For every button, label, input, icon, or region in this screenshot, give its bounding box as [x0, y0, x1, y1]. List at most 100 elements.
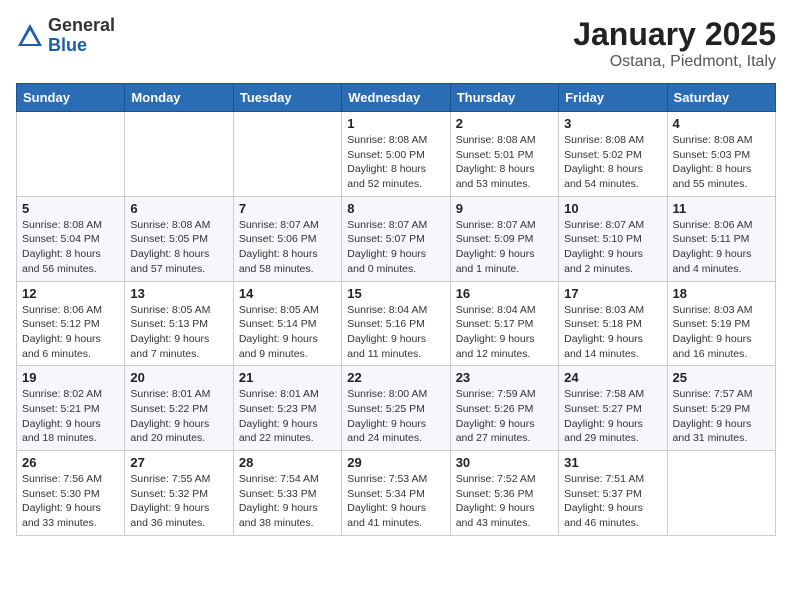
day-info: Sunrise: 8:08 AM Sunset: 5:00 PM Dayligh… — [347, 133, 444, 192]
day-info: Sunrise: 7:56 AM Sunset: 5:30 PM Dayligh… — [22, 472, 119, 531]
calendar-cell: 18 Sunrise: 8:03 AM Sunset: 5:19 PM Dayli… — [667, 281, 775, 366]
day-info: Sunrise: 8:04 AM Sunset: 5:17 PM Dayligh… — [456, 303, 553, 362]
day-info: Sunrise: 8:04 AM Sunset: 5:16 PM Dayligh… — [347, 303, 444, 362]
calendar-cell: 30 Sunrise: 7:52 AM Sunset: 5:36 PM Dayli… — [450, 451, 558, 536]
logo-icon — [16, 22, 44, 50]
calendar-cell: 5Sunrise: 8:08 AM Sunset: 5:04 PM Daylig… — [17, 196, 125, 281]
calendar-cell: 26 Sunrise: 7:56 AM Sunset: 5:30 PM Dayli… — [17, 451, 125, 536]
day-info: Sunrise: 8:06 AM Sunset: 5:12 PM Dayligh… — [22, 303, 119, 362]
calendar-cell: 31Sunrise: 7:51 AM Sunset: 5:37 PM Dayli… — [559, 451, 667, 536]
day-info: Sunrise: 7:53 AM Sunset: 5:34 PM Dayligh… — [347, 472, 444, 531]
day-number: 4 — [673, 116, 770, 131]
day-number: 12 — [22, 286, 119, 301]
month-title: January 2025 — [573, 16, 776, 53]
day-number: 30 — [456, 455, 553, 470]
day-number: 20 — [130, 370, 227, 385]
calendar-cell: 25 Sunrise: 7:57 AM Sunset: 5:29 PM Dayli… — [667, 366, 775, 451]
day-info: Sunrise: 8:01 AM Sunset: 5:22 PM Dayligh… — [130, 387, 227, 446]
day-number: 24 — [564, 370, 661, 385]
calendar-cell: 21 Sunrise: 8:01 AM Sunset: 5:23 PM Dayli… — [233, 366, 341, 451]
calendar-cell — [125, 112, 233, 197]
day-number: 16 — [456, 286, 553, 301]
calendar-week-row: 12 Sunrise: 8:06 AM Sunset: 5:12 PM Dayli… — [17, 281, 776, 366]
day-number: 7 — [239, 201, 336, 216]
day-number: 23 — [456, 370, 553, 385]
calendar-cell: 7 Sunrise: 8:07 AM Sunset: 5:06 PM Daylig… — [233, 196, 341, 281]
logo-text: General Blue — [48, 16, 115, 56]
day-number: 22 — [347, 370, 444, 385]
weekday-header: Monday — [125, 84, 233, 112]
calendar-cell: 22Sunrise: 8:00 AM Sunset: 5:25 PM Dayli… — [342, 366, 450, 451]
calendar-cell: 27Sunrise: 7:55 AM Sunset: 5:32 PM Dayli… — [125, 451, 233, 536]
day-info: Sunrise: 8:01 AM Sunset: 5:23 PM Dayligh… — [239, 387, 336, 446]
day-number: 19 — [22, 370, 119, 385]
calendar-cell: 3 Sunrise: 8:08 AM Sunset: 5:02 PM Daylig… — [559, 112, 667, 197]
calendar-cell: 23Sunrise: 7:59 AM Sunset: 5:26 PM Dayli… — [450, 366, 558, 451]
day-number: 1 — [347, 116, 444, 131]
calendar-cell: 9Sunrise: 8:07 AM Sunset: 5:09 PM Daylig… — [450, 196, 558, 281]
calendar-cell: 6 Sunrise: 8:08 AM Sunset: 5:05 PM Daylig… — [125, 196, 233, 281]
weekday-header-row: SundayMondayTuesdayWednesdayThursdayFrid… — [17, 84, 776, 112]
location-title: Ostana, Piedmont, Italy — [573, 53, 776, 71]
day-number: 5 — [22, 201, 119, 216]
calendar-cell: 8Sunrise: 8:07 AM Sunset: 5:07 PM Daylig… — [342, 196, 450, 281]
weekday-header: Sunday — [17, 84, 125, 112]
day-number: 13 — [130, 286, 227, 301]
weekday-header: Tuesday — [233, 84, 341, 112]
calendar-cell: 28 Sunrise: 7:54 AM Sunset: 5:33 PM Dayli… — [233, 451, 341, 536]
day-number: 25 — [673, 370, 770, 385]
day-number: 3 — [564, 116, 661, 131]
page-header: General Blue January 2025 Ostana, Piedmo… — [16, 16, 776, 71]
title-area: January 2025 Ostana, Piedmont, Italy — [573, 16, 776, 71]
day-info: Sunrise: 8:03 AM Sunset: 5:19 PM Dayligh… — [673, 303, 770, 362]
day-number: 29 — [347, 455, 444, 470]
day-info: Sunrise: 8:07 AM Sunset: 5:10 PM Dayligh… — [564, 218, 661, 277]
calendar-cell: 11Sunrise: 8:06 AM Sunset: 5:11 PM Dayli… — [667, 196, 775, 281]
day-number: 31 — [564, 455, 661, 470]
calendar-cell: 15 Sunrise: 8:04 AM Sunset: 5:16 PM Dayli… — [342, 281, 450, 366]
calendar-cell — [233, 112, 341, 197]
calendar-cell: 12 Sunrise: 8:06 AM Sunset: 5:12 PM Dayli… — [17, 281, 125, 366]
day-info: Sunrise: 7:57 AM Sunset: 5:29 PM Dayligh… — [673, 387, 770, 446]
logo-blue-text: Blue — [48, 36, 115, 56]
day-number: 14 — [239, 286, 336, 301]
logo-general-text: General — [48, 16, 115, 36]
day-number: 28 — [239, 455, 336, 470]
calendar-cell: 24 Sunrise: 7:58 AM Sunset: 5:27 PM Dayli… — [559, 366, 667, 451]
day-number: 8 — [347, 201, 444, 216]
day-number: 11 — [673, 201, 770, 216]
day-number: 10 — [564, 201, 661, 216]
day-info: Sunrise: 7:52 AM Sunset: 5:36 PM Dayligh… — [456, 472, 553, 531]
calendar-week-row: 19Sunrise: 8:02 AM Sunset: 5:21 PM Dayli… — [17, 366, 776, 451]
weekday-header: Friday — [559, 84, 667, 112]
calendar-cell — [667, 451, 775, 536]
day-info: Sunrise: 8:07 AM Sunset: 5:09 PM Dayligh… — [456, 218, 553, 277]
calendar-cell: 14 Sunrise: 8:05 AM Sunset: 5:14 PM Dayli… — [233, 281, 341, 366]
calendar-cell: 29 Sunrise: 7:53 AM Sunset: 5:34 PM Dayli… — [342, 451, 450, 536]
day-number: 6 — [130, 201, 227, 216]
calendar-cell — [17, 112, 125, 197]
calendar-week-row: 1 Sunrise: 8:08 AM Sunset: 5:00 PM Daylig… — [17, 112, 776, 197]
day-info: Sunrise: 8:03 AM Sunset: 5:18 PM Dayligh… — [564, 303, 661, 362]
day-number: 15 — [347, 286, 444, 301]
day-info: Sunrise: 8:08 AM Sunset: 5:02 PM Dayligh… — [564, 133, 661, 192]
calendar-cell: 10 Sunrise: 8:07 AM Sunset: 5:10 PM Dayli… — [559, 196, 667, 281]
day-info: Sunrise: 7:55 AM Sunset: 5:32 PM Dayligh… — [130, 472, 227, 531]
day-number: 21 — [239, 370, 336, 385]
calendar-week-row: 26 Sunrise: 7:56 AM Sunset: 5:30 PM Dayli… — [17, 451, 776, 536]
day-number: 17 — [564, 286, 661, 301]
calendar-cell: 13Sunrise: 8:05 AM Sunset: 5:13 PM Dayli… — [125, 281, 233, 366]
day-info: Sunrise: 7:54 AM Sunset: 5:33 PM Dayligh… — [239, 472, 336, 531]
weekday-header: Saturday — [667, 84, 775, 112]
logo: General Blue — [16, 16, 115, 56]
calendar-cell: 19Sunrise: 8:02 AM Sunset: 5:21 PM Dayli… — [17, 366, 125, 451]
day-info: Sunrise: 8:05 AM Sunset: 5:14 PM Dayligh… — [239, 303, 336, 362]
day-number: 18 — [673, 286, 770, 301]
day-info: Sunrise: 7:58 AM Sunset: 5:27 PM Dayligh… — [564, 387, 661, 446]
day-info: Sunrise: 8:08 AM Sunset: 5:05 PM Dayligh… — [130, 218, 227, 277]
calendar-cell: 4Sunrise: 8:08 AM Sunset: 5:03 PM Daylig… — [667, 112, 775, 197]
day-number: 26 — [22, 455, 119, 470]
calendar-table: SundayMondayTuesdayWednesdayThursdayFrid… — [16, 83, 776, 536]
calendar-cell: 20 Sunrise: 8:01 AM Sunset: 5:22 PM Dayli… — [125, 366, 233, 451]
day-info: Sunrise: 8:07 AM Sunset: 5:06 PM Dayligh… — [239, 218, 336, 277]
